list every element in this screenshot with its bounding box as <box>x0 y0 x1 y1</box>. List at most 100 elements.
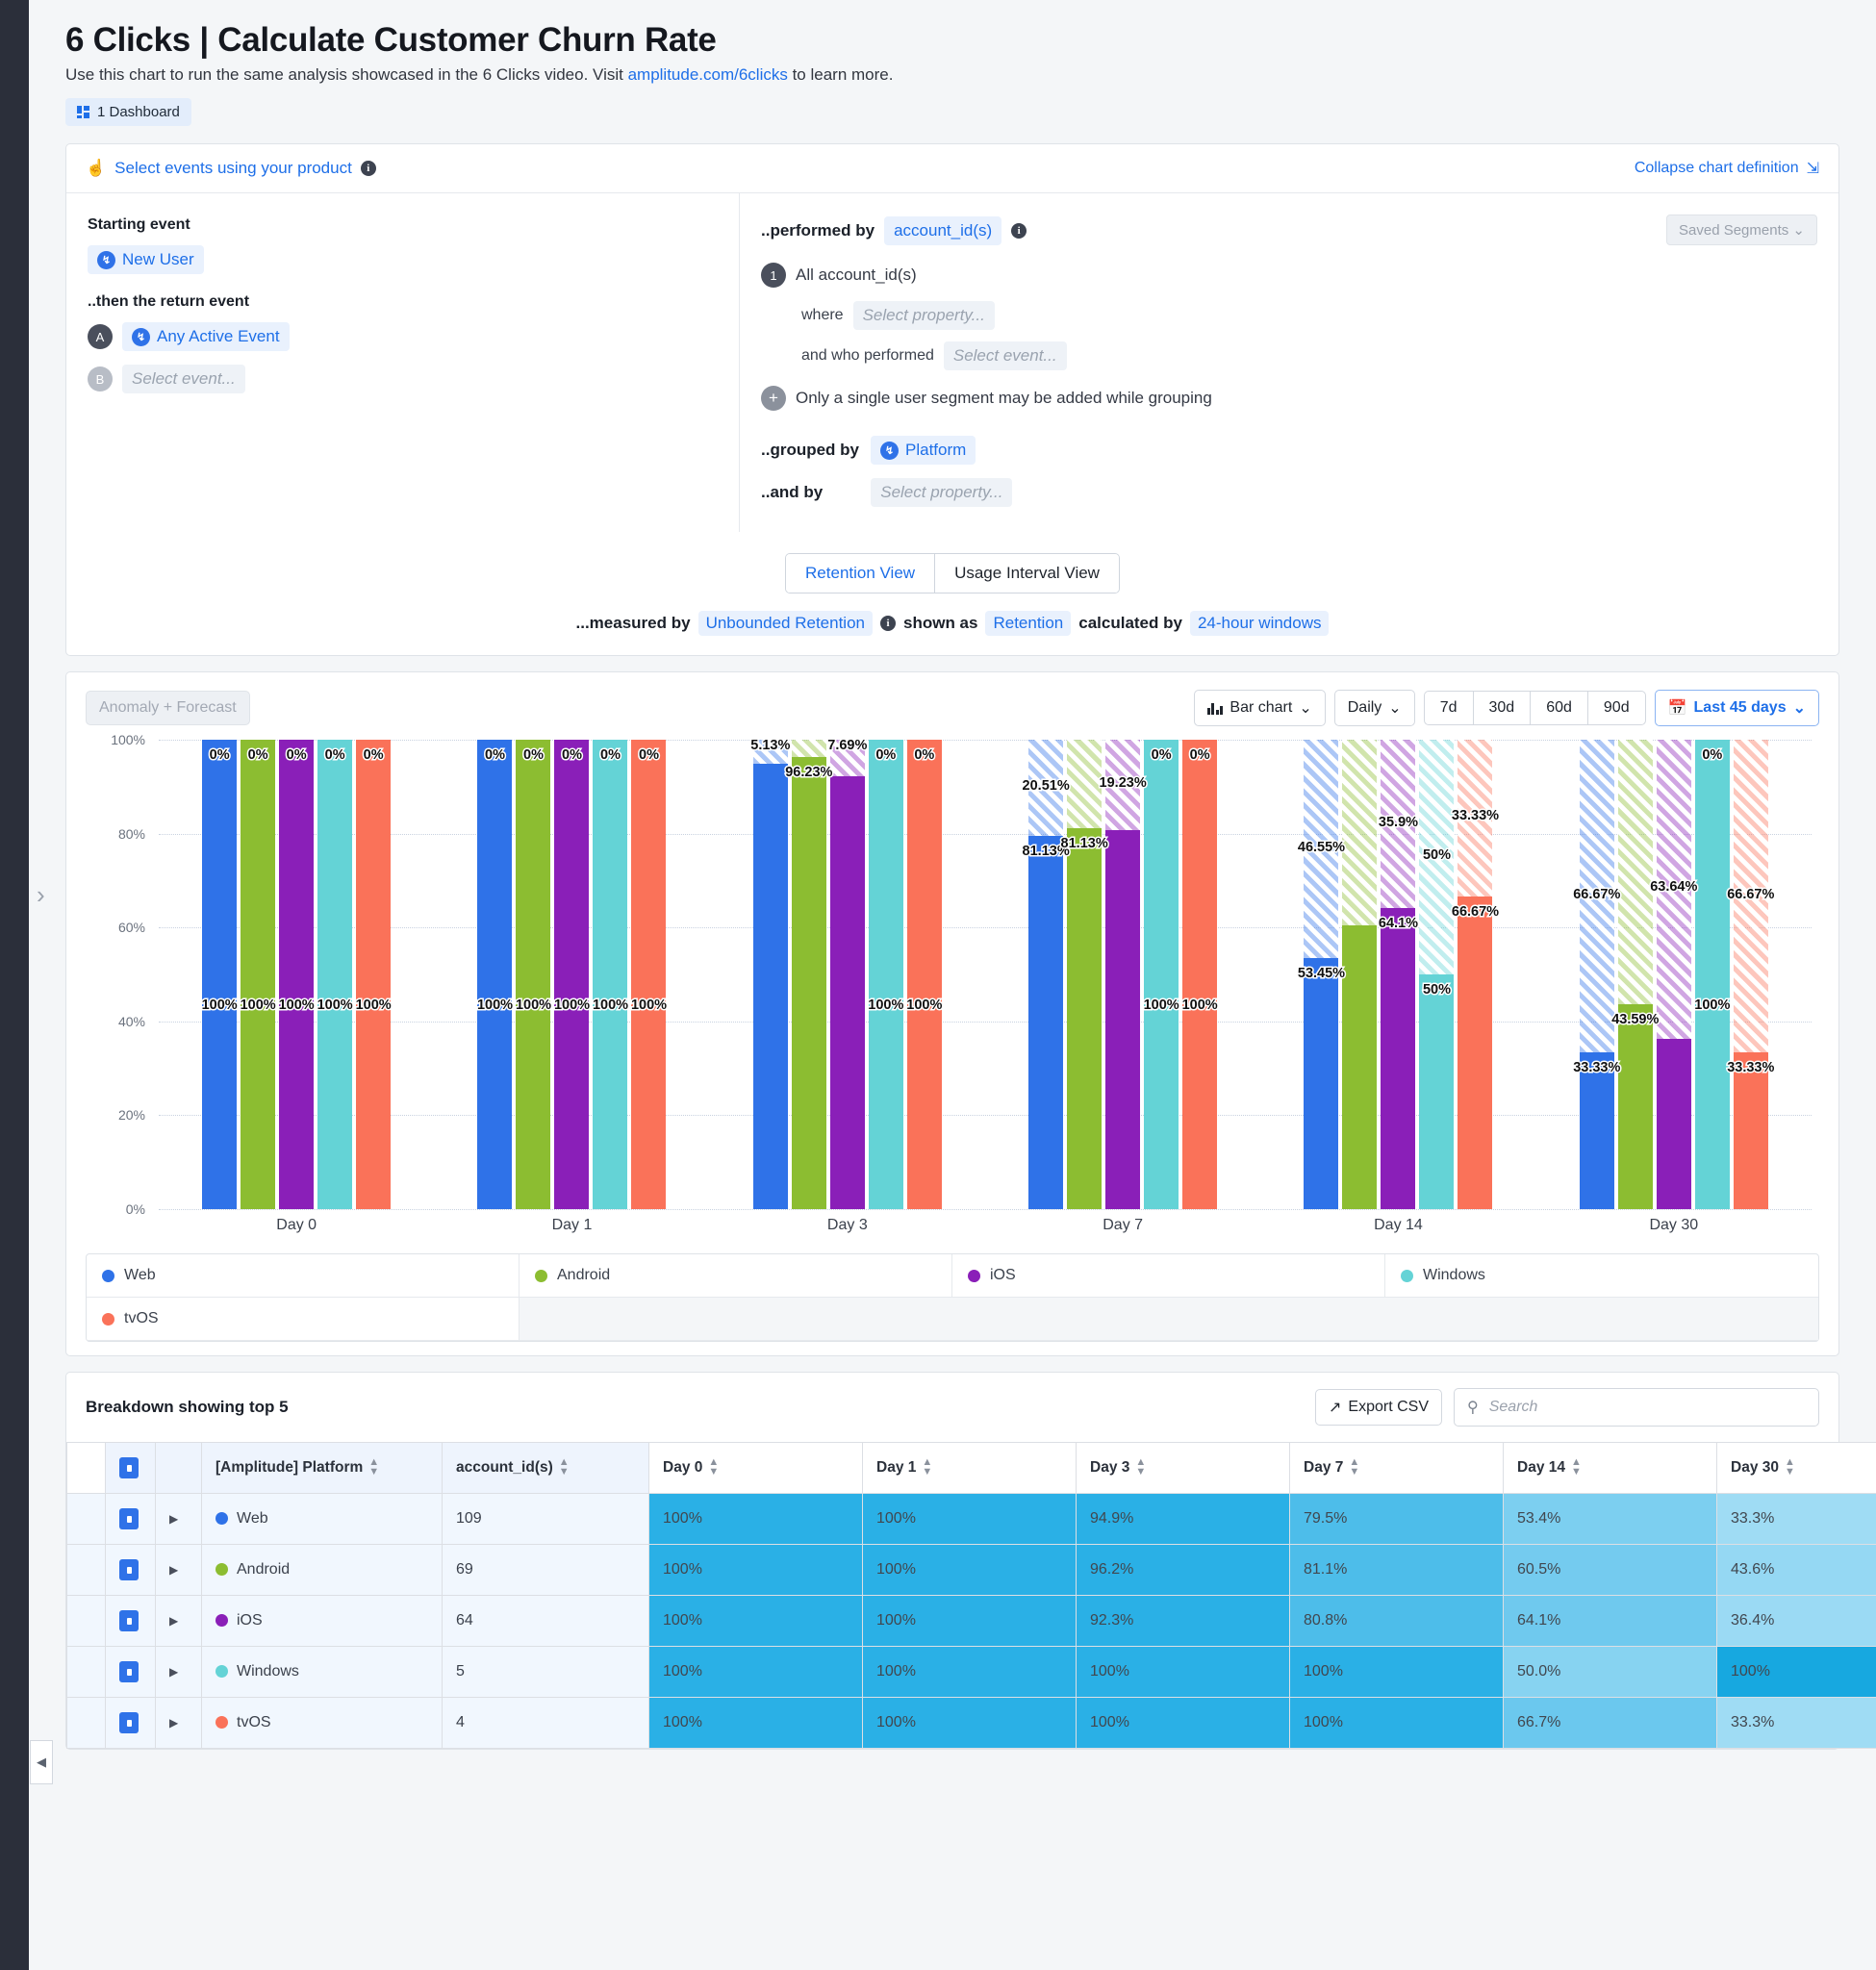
row-select-icon[interactable] <box>119 1610 139 1631</box>
column-header--amplitude-platform[interactable]: [Amplitude] Platform▲▼ <box>202 1443 443 1494</box>
chart-type-button[interactable]: Bar chart ⌄ <box>1194 690 1326 726</box>
return-event-b-select[interactable]: Select event... <box>122 365 245 393</box>
legend-item-windows[interactable]: Windows <box>1385 1254 1818 1298</box>
bar-android-day1[interactable]: 0%100% <box>516 740 550 1209</box>
bar-tvos-day3[interactable]: 0%100% <box>907 740 942 1209</box>
row-select-cell[interactable] <box>106 1596 156 1647</box>
row-select-icon[interactable] <box>119 1712 139 1733</box>
saved-segments-button[interactable]: Saved Segments ⌄ <box>1666 215 1817 245</box>
bar-android-day30[interactable]: 43.59% <box>1618 740 1653 1209</box>
chevron-right-icon[interactable]: ▶ <box>169 1716 178 1730</box>
bar-web-day3[interactable]: 5.13% <box>753 740 788 1209</box>
legend-item-ios[interactable]: iOS <box>952 1254 1385 1298</box>
sort-icon[interactable]: ▲▼ <box>1571 1458 1582 1478</box>
range-7d-button[interactable]: 7d <box>1424 691 1473 725</box>
tab-retention-view[interactable]: Retention View <box>786 554 935 593</box>
bar-web-day7[interactable]: 20.51%81.13% <box>1028 740 1063 1209</box>
bar-windows-day0[interactable]: 0%100% <box>317 740 352 1209</box>
chevron-right-icon[interactable]: ▶ <box>169 1665 178 1679</box>
sort-icon[interactable]: ▲▼ <box>368 1458 379 1478</box>
bar-ios-day1[interactable]: 0%100% <box>554 740 589 1209</box>
table-row[interactable]: ▶Windows5100%100%100%100%50.0%100% <box>67 1647 1876 1698</box>
chevron-right-icon[interactable]: ▶ <box>169 1563 178 1577</box>
column-header-day-0[interactable]: Day 0▲▼ <box>649 1443 863 1494</box>
calculated-by-value[interactable]: 24-hour windows <box>1190 611 1330 636</box>
range-90d-button[interactable]: 90d <box>1587 691 1646 725</box>
legend-item-android[interactable]: Android <box>520 1254 952 1298</box>
range-60d-button[interactable]: 60d <box>1530 691 1587 725</box>
date-range-button[interactable]: 📅 Last 45 days ⌄ <box>1655 690 1819 726</box>
row-expand-cell[interactable]: ▶ <box>156 1647 202 1698</box>
column-header-day-30[interactable]: Day 30▲▼ <box>1717 1443 1876 1494</box>
sort-icon[interactable]: ▲▼ <box>1135 1458 1146 1478</box>
bar-tvos-day7[interactable]: 0%100% <box>1182 740 1217 1209</box>
row-select-cell[interactable] <box>106 1647 156 1698</box>
bar-windows-day7[interactable]: 0%100% <box>1144 740 1179 1209</box>
row-expand-cell[interactable]: ▶ <box>156 1698 202 1749</box>
anomaly-forecast-button[interactable]: Anomaly + Forecast <box>86 691 250 725</box>
row-select-cell[interactable] <box>106 1494 156 1545</box>
return-event-a-chip[interactable]: ↯ Any Active Event <box>122 322 290 351</box>
bar-ios-day7[interactable]: 19.23% <box>1105 740 1140 1209</box>
dashboard-count-pill[interactable]: 1 Dashboard <box>65 98 191 126</box>
info-icon[interactable]: i <box>1011 223 1027 239</box>
row-expand-cell[interactable]: ▶ <box>156 1545 202 1596</box>
bar-windows-day3[interactable]: 0%100% <box>869 740 903 1209</box>
table-row[interactable]: ▶Android69100%100%96.2%81.1%60.5%43.6% <box>67 1545 1876 1596</box>
measured-by-value[interactable]: Unbounded Retention <box>698 611 873 636</box>
select-events-row[interactable]: ☝ Select events using your product i <box>86 159 376 178</box>
column-header-account-id-s-[interactable]: account_id(s)▲▼ <box>443 1443 649 1494</box>
sort-icon[interactable]: ▲▼ <box>1785 1458 1795 1478</box>
expand-panel-chevron-icon[interactable]: › <box>37 880 45 910</box>
bar-android-day0[interactable]: 0%100% <box>241 740 275 1209</box>
bar-tvos-day14[interactable]: 33.33%66.67% <box>1458 740 1492 1209</box>
row-expand-cell[interactable]: ▶ <box>156 1596 202 1647</box>
table-row[interactable]: ▶iOS64100%100%92.3%80.8%64.1%36.4% <box>67 1596 1876 1647</box>
bar-ios-day14[interactable]: 35.9%64.1% <box>1381 740 1415 1209</box>
row-select-cell[interactable] <box>106 1545 156 1596</box>
add-segment-button[interactable]: + <box>761 386 786 411</box>
chevron-right-icon[interactable]: ▶ <box>169 1512 178 1526</box>
bar-tvos-day30[interactable]: 66.67%33.33% <box>1734 740 1768 1209</box>
and-who-performed-select[interactable]: Select event... <box>944 341 1067 370</box>
column-header-day-7[interactable]: Day 7▲▼ <box>1290 1443 1504 1494</box>
starting-event-chip[interactable]: ↯ New User <box>88 245 204 274</box>
performed-by-chip[interactable]: account_id(s) <box>884 216 1001 245</box>
row-expand-cell[interactable]: ▶ <box>156 1494 202 1545</box>
bar-windows-day30[interactable]: 0%100% <box>1695 740 1730 1209</box>
chart-scroll-left-button[interactable]: ◀ <box>30 1740 53 1784</box>
tab-usage-interval-view[interactable]: Usage Interval View <box>935 554 1119 593</box>
sort-icon[interactable]: ▲▼ <box>1349 1458 1359 1478</box>
bar-android-day7[interactable]: 81.13% <box>1067 740 1102 1209</box>
sort-icon[interactable]: ▲▼ <box>559 1458 570 1478</box>
interval-button[interactable]: Daily ⌄ <box>1334 690 1415 726</box>
row-select-icon[interactable] <box>119 1661 139 1682</box>
search-input[interactable] <box>1487 1398 1806 1417</box>
export-csv-button[interactable]: ↗ Export CSV <box>1315 1389 1442 1426</box>
legend-item-web[interactable]: Web <box>87 1254 520 1298</box>
bar-ios-day0[interactable]: 0%100% <box>279 740 314 1209</box>
bar-android-day14[interactable] <box>1342 740 1377 1209</box>
bar-ios-day3[interactable]: 7.69% <box>830 740 865 1209</box>
row-select-icon[interactable] <box>119 1559 139 1580</box>
select-all-icon[interactable] <box>119 1457 139 1478</box>
column-header-day-1[interactable]: Day 1▲▼ <box>863 1443 1077 1494</box>
and-by-select[interactable]: Select property... <box>871 478 1012 507</box>
table-row[interactable]: ▶Web109100%100%94.9%79.5%53.4%33.3% <box>67 1494 1876 1545</box>
subtitle-link[interactable]: amplitude.com/6clicks <box>628 65 788 84</box>
sort-icon[interactable]: ▲▼ <box>708 1458 719 1478</box>
where-property-select[interactable]: Select property... <box>853 301 995 330</box>
grouped-by-chip[interactable]: ↯ Platform <box>871 436 976 465</box>
shown-as-value[interactable]: Retention <box>985 611 1071 636</box>
bar-tvos-day1[interactable]: 0%100% <box>631 740 666 1209</box>
row-select-cell[interactable] <box>106 1698 156 1749</box>
bar-web-day30[interactable]: 66.67%33.33% <box>1580 740 1614 1209</box>
table-row[interactable]: ▶tvOS4100%100%100%100%66.7%33.3% <box>67 1698 1876 1749</box>
row-select-icon[interactable] <box>119 1508 139 1529</box>
bar-android-day3[interactable]: 96.23% <box>792 740 826 1209</box>
bar-windows-day14[interactable]: 50%50% <box>1419 740 1454 1209</box>
column-header-day-3[interactable]: Day 3▲▼ <box>1077 1443 1290 1494</box>
sort-icon[interactable]: ▲▼ <box>922 1458 932 1478</box>
bar-web-day0[interactable]: 0%100% <box>202 740 237 1209</box>
collapse-chart-definition-button[interactable]: Collapse chart definition ⇲ <box>1635 159 1819 178</box>
